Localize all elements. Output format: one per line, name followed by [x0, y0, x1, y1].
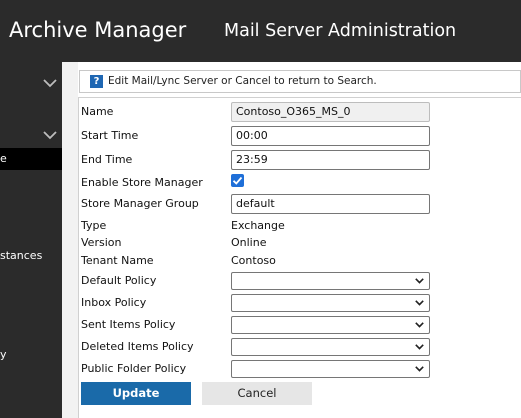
tenant-name-value: Contoso: [231, 254, 276, 267]
info-bar: ? Edit Mail/Lync Server or Cancel to ret…: [79, 70, 521, 93]
name-label: Name: [81, 105, 114, 118]
update-button[interactable]: Update: [81, 382, 191, 405]
tenant-name-label: Tenant Name: [81, 254, 154, 267]
chevron-down-icon: [415, 300, 424, 306]
top-header-bar: Archive Manager Mail Server Administrati…: [0, 0, 521, 62]
sidebar: e stances y: [0, 62, 62, 418]
type-value: Exchange: [231, 219, 285, 232]
chevron-down-icon[interactable]: [42, 129, 58, 141]
app-title: Archive Manager: [9, 18, 187, 42]
public-folder-policy-select[interactable]: [231, 360, 430, 378]
sent-items-policy-label: Sent Items Policy: [81, 318, 176, 331]
inbox-policy-label: Inbox Policy: [81, 296, 147, 309]
chevron-down-icon: [415, 344, 424, 350]
content-gutter: [62, 62, 78, 418]
chevron-down-icon: [415, 322, 424, 328]
chevron-down-icon: [415, 278, 424, 284]
end-time-field[interactable]: 23:59: [231, 150, 430, 170]
deleted-items-policy-label: Deleted Items Policy: [81, 340, 194, 353]
sidebar-item-label: e: [0, 152, 7, 165]
enable-store-manager-checkbox[interactable]: [231, 174, 244, 187]
inbox-policy-select[interactable]: [231, 294, 430, 312]
start-time-label: Start Time: [81, 129, 139, 142]
public-folder-policy-label: Public Folder Policy: [81, 362, 187, 375]
enable-store-manager-label: Enable Store Manager: [81, 176, 203, 189]
version-value: Online: [231, 236, 267, 249]
name-field: Contoso_O365_MS_0: [231, 102, 430, 122]
page-title: Mail Server Administration: [224, 21, 457, 41]
type-label: Type: [81, 219, 107, 232]
info-text: Edit Mail/Lync Server or Cancel to retur…: [108, 75, 377, 87]
store-manager-group-field[interactable]: default: [231, 194, 430, 214]
store-manager-group-label: Store Manager Group: [81, 197, 199, 210]
default-policy-label: Default Policy: [81, 274, 157, 287]
help-icon: ?: [90, 75, 103, 88]
sent-items-policy-select[interactable]: [231, 316, 430, 334]
sidebar-item-instances[interactable]: stances: [0, 249, 42, 262]
sidebar-item-active[interactable]: e: [0, 148, 62, 170]
checkmark-icon: [232, 176, 243, 185]
cancel-button[interactable]: Cancel: [202, 382, 312, 405]
chevron-down-icon: [415, 366, 424, 372]
default-policy-select[interactable]: [231, 272, 430, 290]
chevron-down-icon[interactable]: [42, 77, 58, 89]
start-time-field[interactable]: 00:00: [231, 126, 430, 146]
sidebar-item-policy[interactable]: y: [0, 348, 7, 361]
deleted-items-policy-select[interactable]: [231, 338, 430, 356]
end-time-label: End Time: [81, 153, 133, 166]
version-label: Version: [81, 236, 122, 249]
